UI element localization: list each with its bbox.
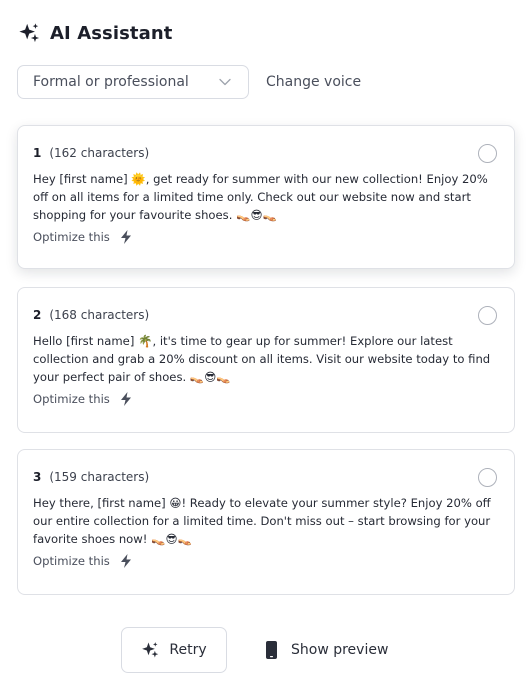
character-count: (162 characters) <box>49 146 150 160</box>
option-number: 3 <box>33 470 42 484</box>
phone-icon <box>266 641 277 659</box>
page-title: AI Assistant <box>50 22 173 44</box>
option-card-2[interactable]: 2 (168 characters) Hello [first name] 🌴,… <box>17 287 515 433</box>
sparkle-icon <box>142 642 159 658</box>
option-card-3[interactable]: 3 (159 characters) Hey there, [first nam… <box>17 449 515 595</box>
option-card-1[interactable]: 1 (162 characters) Hey [first name] 🌞, g… <box>17 125 515 269</box>
option-text: Hey there, [first name] 😀! Ready to elev… <box>33 496 491 546</box>
option-radio[interactable] <box>478 468 497 487</box>
voice-select[interactable]: Formal or professional <box>17 65 249 99</box>
change-voice-link[interactable]: Change voice <box>266 74 361 90</box>
option-number: 1 <box>33 146 42 160</box>
retry-label: Retry <box>169 642 207 658</box>
optimize-label: Optimize this <box>33 554 110 568</box>
optimize-button[interactable]: Optimize this <box>33 392 132 406</box>
option-radio[interactable] <box>478 306 497 325</box>
lightning-icon <box>120 230 131 244</box>
voice-row: Formal or professional Change voice <box>17 65 361 99</box>
sparkle-icon <box>19 23 40 43</box>
option-text: Hey [first name] 🌞, get ready for summer… <box>33 172 488 222</box>
footer-actions: Retry Show preview <box>0 627 531 673</box>
show-preview-button[interactable]: Show preview <box>266 627 388 673</box>
option-text: Hello [first name] 🌴, it's time to gear … <box>33 334 491 384</box>
optimize-button[interactable]: Optimize this <box>33 230 132 244</box>
optimize-button[interactable]: Optimize this <box>33 554 132 568</box>
optimize-label: Optimize this <box>33 230 110 244</box>
lightning-icon <box>120 392 131 406</box>
optimize-label: Optimize this <box>33 392 110 406</box>
chevron-down-icon <box>219 78 231 86</box>
option-number: 2 <box>33 308 42 322</box>
retry-button[interactable]: Retry <box>121 627 227 673</box>
assistant-header: AI Assistant <box>18 22 173 44</box>
lightning-icon <box>120 554 131 568</box>
character-count: (168 characters) <box>49 308 150 322</box>
show-preview-label: Show preview <box>291 642 389 658</box>
character-count: (159 characters) <box>49 470 150 484</box>
voice-select-value: Formal or professional <box>33 74 189 90</box>
option-radio[interactable] <box>478 144 497 163</box>
